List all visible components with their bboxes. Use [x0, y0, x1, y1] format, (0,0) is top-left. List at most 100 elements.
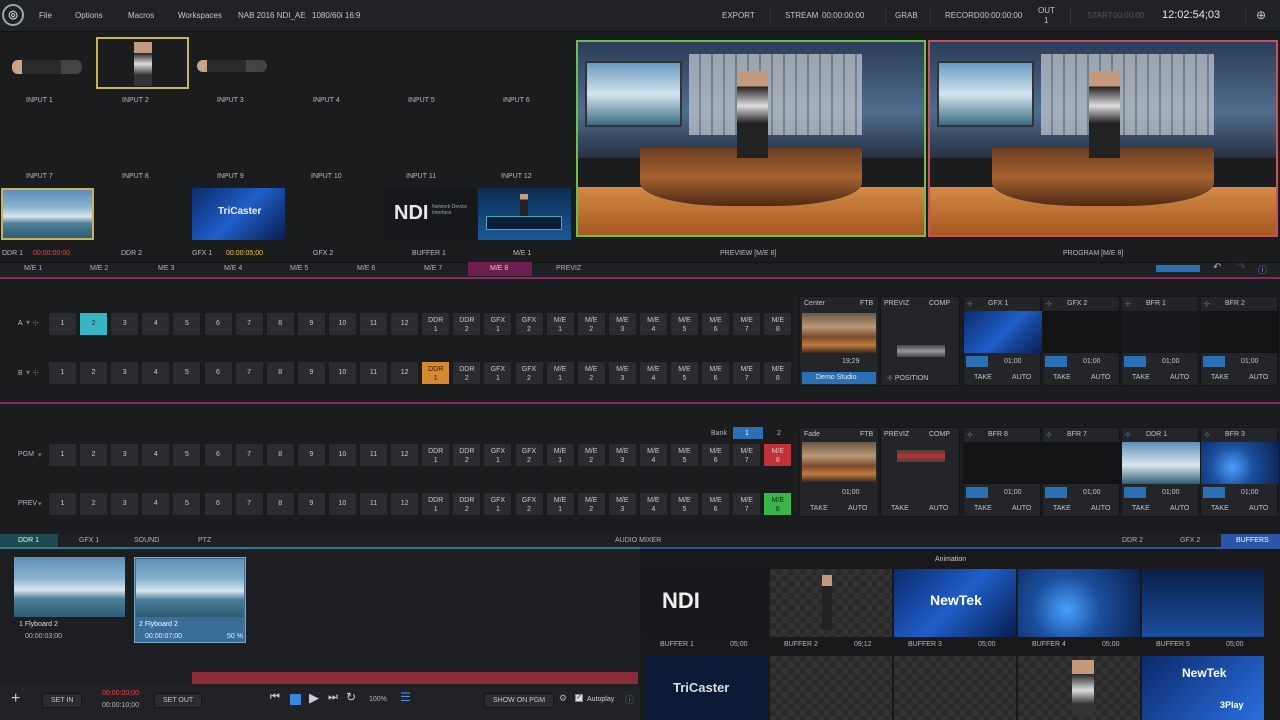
rowA-source-0[interactable]: DDR 1 [421, 312, 451, 336]
tab-audio-mixer[interactable]: AUDIO MIXER [615, 537, 661, 544]
bank-2-button[interactable]: 2 [777, 430, 781, 437]
tab-gfx1[interactable]: GFX 1 [79, 537, 99, 544]
rowPREV-input-10[interactable]: 10 [327, 492, 357, 516]
rowA-source-3[interactable]: GFX 2 [514, 312, 544, 336]
rowA-input-5[interactable]: 5 [172, 312, 202, 336]
rowB-input-12[interactable]: 12 [390, 361, 420, 385]
keyer-0-thumbnail[interactable] [964, 311, 1042, 353]
keyer-1-thumbnail[interactable] [1043, 311, 1121, 353]
speed-value[interactable]: 100% [369, 696, 387, 703]
rowA-source-10[interactable]: M/E 7 [732, 312, 762, 336]
rowB-source-5[interactable]: M/E 2 [576, 361, 606, 385]
out-number[interactable]: 1 [1044, 16, 1048, 25]
buffer-5-thumbnail[interactable] [1142, 569, 1264, 637]
buffer-4-thumbnail[interactable] [1018, 569, 1140, 637]
rowPGM-input-9[interactable]: 9 [296, 443, 326, 467]
rowPREV-source-1[interactable]: DDR 2 [452, 492, 482, 516]
gfx1-thumbnail[interactable]: TriCaster [192, 188, 285, 240]
rowPGM-input-10[interactable]: 10 [327, 443, 357, 467]
rowPGM-source-7[interactable]: M/E 4 [638, 443, 668, 467]
rowPGM-input-7[interactable]: 7 [234, 443, 264, 467]
keyer-move-icon[interactable]: ⊹ [967, 300, 973, 308]
rowPREV-source-7[interactable]: M/E 4 [638, 492, 668, 516]
keyer-move-icon[interactable]: ⊹ [1046, 300, 1052, 308]
tab-gfx2[interactable]: GFX 2 [1180, 537, 1200, 544]
rowPREV-input-2[interactable]: 2 [79, 492, 109, 516]
preview-monitor[interactable] [576, 40, 926, 237]
rowPREV-input-11[interactable]: 11 [359, 492, 388, 516]
rowB-source-9[interactable]: M/E 6 [701, 361, 731, 385]
grab-button[interactable]: GRAB [895, 11, 918, 20]
loop-icon[interactable]: ↻ [346, 690, 356, 704]
menu-options[interactable]: Options [75, 11, 103, 20]
keyer-move-icon[interactable]: ⊹ [1125, 431, 1131, 439]
clip-2-thumbnail[interactable] [136, 559, 244, 617]
ddr1-thumbnail[interactable] [1, 188, 94, 240]
rowA-input-1[interactable]: 1 [48, 312, 77, 336]
rowPGM-source-9[interactable]: M/E 6 [701, 443, 731, 467]
menu-file[interactable]: File [39, 11, 52, 20]
rowA-input-9[interactable]: 9 [296, 312, 326, 336]
rowB-input-3[interactable]: 3 [110, 361, 140, 385]
next-icon[interactable]: ⏭ [328, 691, 338, 704]
rowB-input-7[interactable]: 7 [234, 361, 264, 385]
rowB-source-0[interactable]: DDR 1 [421, 361, 451, 385]
keyer-3-mode[interactable] [1203, 356, 1225, 367]
stream-button[interactable]: STREAM [785, 11, 818, 20]
keyer-move-icon[interactable]: ⊹ [1204, 431, 1210, 439]
rowA-input-4[interactable]: 4 [141, 312, 171, 336]
rowPGM-input-5[interactable]: 5 [172, 443, 202, 467]
rowA-source-11[interactable]: M/E 8 [763, 312, 793, 336]
rowPREV-source-11[interactable]: M/E 8 [763, 492, 793, 516]
buffer1-thumbnail[interactable] [478, 188, 571, 240]
keyer-0-mode[interactable] [966, 487, 988, 498]
rowPREV-source-2[interactable]: GFX 1 [483, 492, 513, 516]
tab-me4[interactable]: M/E 4 [224, 265, 242, 272]
input-3-thumbnail[interactable] [192, 50, 282, 85]
rowA-input-12[interactable]: 12 [390, 312, 420, 336]
rowA-input-11[interactable]: 11 [359, 312, 388, 336]
tab-me1[interactable]: M/E 1 [24, 265, 42, 272]
start-button[interactable]: START [1087, 11, 1112, 20]
rowA-source-9[interactable]: M/E 6 [701, 312, 731, 336]
rowPGM-source-1[interactable]: DDR 2 [452, 443, 482, 467]
rowA-input-2[interactable]: 2 [79, 312, 109, 336]
rowPREV-source-9[interactable]: M/E 6 [701, 492, 731, 516]
tab-ddr2[interactable]: DDR 2 [1122, 537, 1143, 544]
keyer-3-thumbnail[interactable] [1201, 311, 1279, 353]
tab-ddr1[interactable]: DDR 1 [18, 537, 39, 544]
tab-previz[interactable]: PREVIZ [556, 265, 581, 272]
rowPGM-source-6[interactable]: M/E 3 [607, 443, 637, 467]
rowB-input-8[interactable]: 8 [265, 361, 295, 385]
rowPGM-input-4[interactable]: 4 [141, 443, 171, 467]
keyer-0-mode[interactable] [966, 356, 988, 367]
rowPGM-input-2[interactable]: 2 [79, 443, 109, 467]
rowA-source-1[interactable]: DDR 2 [452, 312, 482, 336]
rowA-input-8[interactable]: 8 [265, 312, 295, 336]
rowPREV-input-9[interactable]: 9 [296, 492, 326, 516]
play-icon[interactable]: ▶ [309, 690, 319, 706]
input-2-thumbnail[interactable] [96, 37, 189, 89]
rowPGM-input-1[interactable]: 1 [48, 443, 77, 467]
set-in-button[interactable]: SET IN [42, 693, 83, 708]
rowPGM-source-8[interactable]: M/E 5 [670, 443, 699, 467]
rowA-input-7[interactable]: 7 [234, 312, 264, 336]
record-button[interactable]: RECORD [945, 11, 980, 20]
input-1-thumbnail[interactable] [2, 50, 92, 85]
keyer-2-thumbnail[interactable] [1122, 311, 1200, 353]
keyer-0-thumbnail[interactable] [964, 442, 1042, 484]
keyer-move-icon[interactable]: ⊹ [1125, 300, 1131, 308]
rowB-source-8[interactable]: M/E 5 [670, 361, 699, 385]
rowPREV-input-4[interactable]: 4 [141, 492, 171, 516]
keyer-3-thumbnail[interactable] [1201, 442, 1279, 484]
show-on-pgm-button[interactable]: SHOW ON PGM [484, 693, 555, 708]
rowA-source-5[interactable]: M/E 2 [576, 312, 606, 336]
globe-icon[interactable]: ⊕ [1256, 8, 1266, 22]
tricaster-logo-icon[interactable]: ◎ [2, 4, 24, 26]
rowB-input-6[interactable]: 6 [203, 361, 233, 385]
rowA-input-3[interactable]: 3 [110, 312, 140, 336]
rowB-input-1[interactable]: 1 [48, 361, 77, 385]
settings-icon[interactable]: ⚙ [559, 693, 567, 704]
rowPGM-source-11[interactable]: M/E 8 [763, 443, 793, 467]
row-b-delegate-icon[interactable]: ▾ ⊹ [26, 368, 39, 377]
